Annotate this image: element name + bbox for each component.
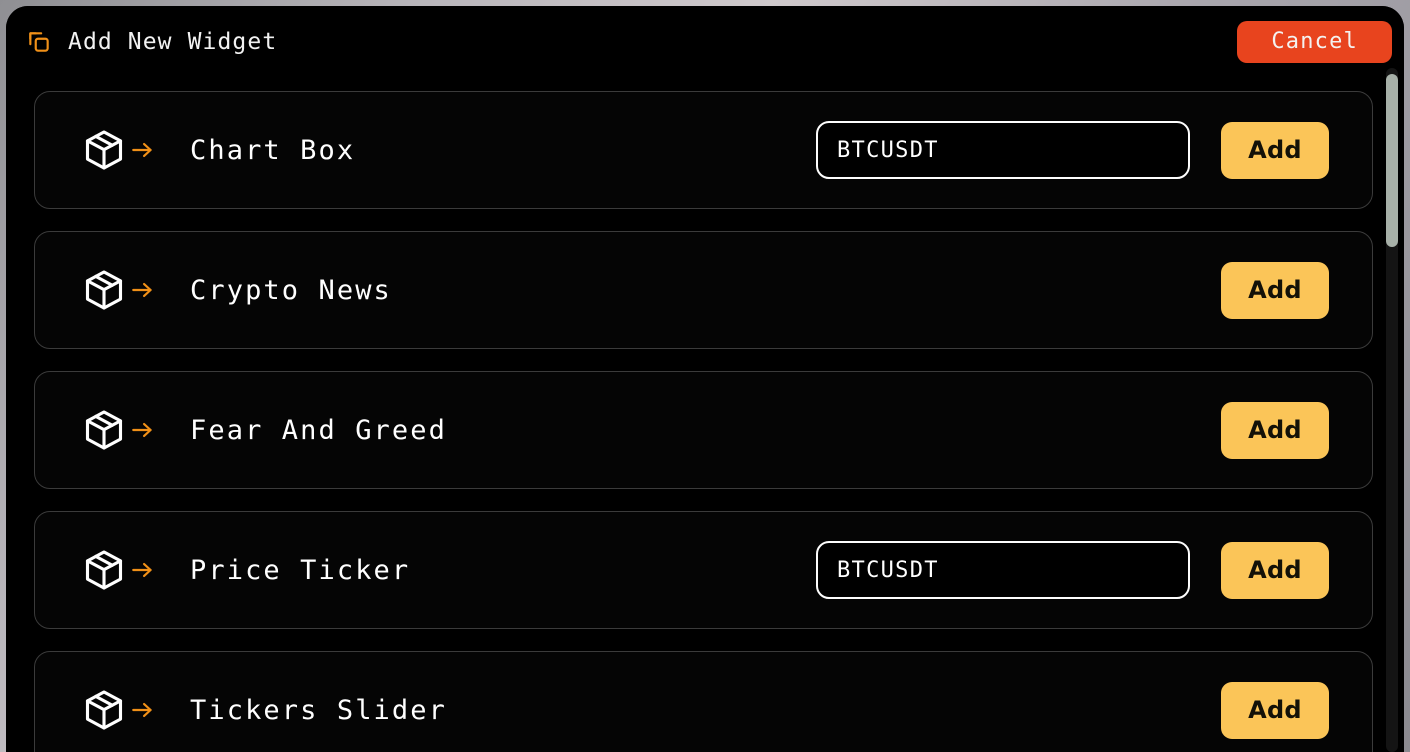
widget-name: Fear And Greed: [190, 414, 447, 446]
add-button[interactable]: Add: [1221, 121, 1329, 179]
modal-header: Add New Widget Cancel: [6, 6, 1404, 78]
widget-icon-group: [82, 408, 156, 452]
arrow-right-icon: [132, 142, 152, 158]
add-button[interactable]: Add: [1221, 401, 1329, 459]
arrow-right-icon: [132, 702, 152, 718]
symbol-input[interactable]: [816, 541, 1190, 599]
add-widget-modal: Add New Widget Cancel Chart Box BTCUSDT …: [6, 6, 1404, 752]
add-button[interactable]: Add: [1221, 541, 1329, 599]
widget-name: Crypto News: [190, 274, 392, 306]
box-icon: [85, 690, 123, 730]
add-button[interactable]: Add: [1221, 681, 1329, 739]
copy-icon: [29, 32, 49, 52]
cancel-button[interactable]: Cancel: [1237, 21, 1392, 63]
widget-list: Chart Box Add: [6, 78, 1404, 752]
box-icon: [85, 550, 123, 590]
widget-card-crypto-news[interactable]: Crypto News Add: [34, 231, 1373, 349]
widget-card-fear-and-greed[interactable]: Fear And Greed Add: [34, 371, 1373, 489]
widget-list-scroll-area: Chart Box Add: [6, 78, 1404, 752]
widget-card-price-ticker[interactable]: Price Ticker Add: [34, 511, 1373, 629]
box-icon: [85, 410, 123, 450]
widget-name: Tickers Slider: [190, 694, 447, 726]
widget-card-chart-box[interactable]: Chart Box Add: [34, 91, 1373, 209]
box-icon: [85, 130, 123, 170]
add-button[interactable]: Add: [1221, 261, 1329, 319]
widget-name: Chart Box: [190, 134, 356, 166]
widget-name: Price Ticker: [190, 554, 411, 586]
widget-icon-group: [82, 128, 156, 172]
page-title: Add New Widget: [68, 29, 278, 55]
widget-icon-group: [82, 548, 156, 592]
arrow-right-icon: [132, 282, 152, 298]
vertical-scrollbar-thumb[interactable]: [1386, 74, 1398, 247]
box-icon: [85, 270, 123, 310]
arrow-right-icon: [132, 422, 152, 438]
widget-card-tickers-slider[interactable]: Tickers Slider Add: [34, 651, 1373, 752]
widget-icon-group: [82, 688, 156, 732]
symbol-input[interactable]: [816, 121, 1190, 179]
widget-icon-group: [82, 268, 156, 312]
vertical-scrollbar-track[interactable]: [1386, 68, 1398, 752]
arrow-right-icon: [132, 562, 152, 578]
